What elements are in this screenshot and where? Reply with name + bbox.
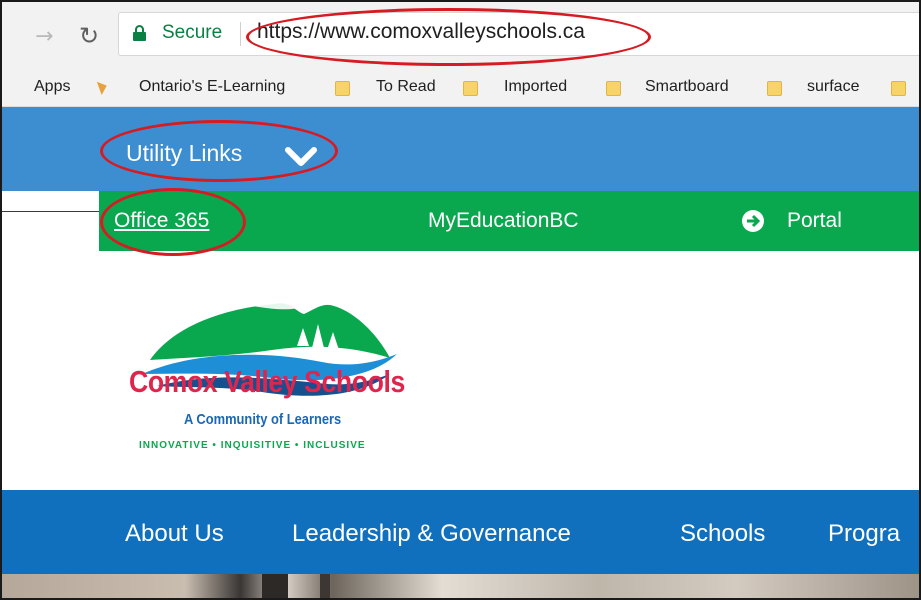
bookmark-to-read[interactable]: To Read xyxy=(376,78,436,96)
annotation-circle-office-365 xyxy=(100,188,246,256)
address-divider xyxy=(240,22,241,46)
forward-arrow-icon[interactable]: → xyxy=(35,24,53,49)
divider-line xyxy=(2,211,99,212)
bookmark-ontario-elearning[interactable]: Ontario's E-Learning xyxy=(139,78,285,96)
folder-icon xyxy=(463,81,478,96)
brand-values: INNOVATIVE • INQUISITIVE • INCLUSIVE xyxy=(139,440,366,451)
screenshot-frame: → ↻ Secure https://www.comoxvalleyschool… xyxy=(0,0,921,600)
brand-tagline: A Community of Learners xyxy=(184,411,342,428)
brand-title: Comox Valley Schools xyxy=(129,364,405,399)
bookmark-favicon-icon xyxy=(96,79,110,95)
myeducationbc-link[interactable]: MyEducationBC xyxy=(428,209,579,233)
hero-image-detail xyxy=(262,574,288,598)
hero-image xyxy=(2,574,919,598)
nav-programs[interactable]: Progra xyxy=(828,520,900,548)
arrow-circle-right-icon xyxy=(742,210,764,232)
annotation-circle-utility-links xyxy=(100,120,338,182)
nav-schools[interactable]: Schools xyxy=(680,520,765,548)
folder-icon xyxy=(891,81,906,96)
bookmark-apps[interactable]: Apps xyxy=(34,78,70,96)
bookmarks-bar: Apps Ontario's E-Learning To Read Import… xyxy=(2,70,919,107)
annotation-circle-url xyxy=(246,8,651,66)
school-district-logo xyxy=(142,295,397,396)
nav-about-us[interactable]: About Us xyxy=(125,520,224,548)
folder-icon xyxy=(767,81,782,96)
folder-icon xyxy=(335,81,350,96)
main-navigation: About Us Leadership & Governance Schools… xyxy=(2,490,919,574)
nav-leadership-governance[interactable]: Leadership & Governance xyxy=(292,520,571,548)
bookmark-imported[interactable]: Imported xyxy=(504,78,567,96)
folder-icon xyxy=(606,81,621,96)
bookmark-surface[interactable]: surface xyxy=(807,78,859,96)
bookmark-smartboard[interactable]: Smartboard xyxy=(645,78,729,96)
reload-icon[interactable]: ↻ xyxy=(79,22,99,50)
hero-image-detail xyxy=(320,574,330,598)
secure-label: Secure xyxy=(162,22,223,43)
portal-link[interactable]: Portal xyxy=(787,209,842,233)
lock-icon xyxy=(133,25,146,41)
